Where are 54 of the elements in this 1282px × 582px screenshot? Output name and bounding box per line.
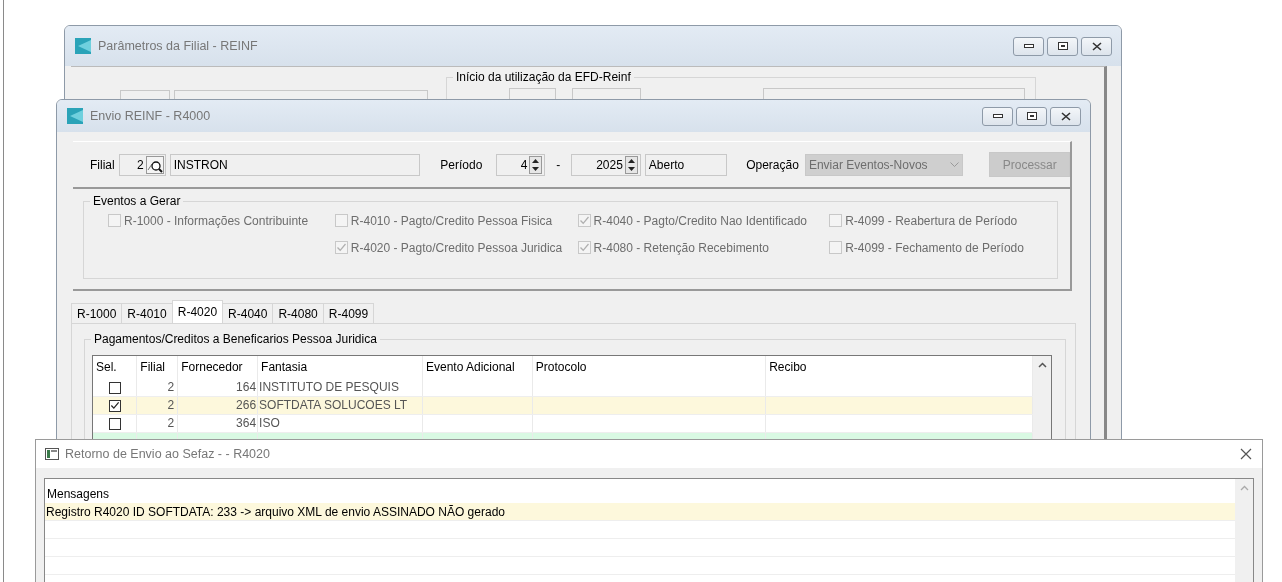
spin-button[interactable] — [624, 155, 638, 174]
message-row[interactable]: Registro R4020 ID SOFTDATA: 233 -> arquivo XML de envio ASSINADO NÃO gerado — [45, 503, 1235, 521]
tab[interactable]: R-4020 — [171, 300, 224, 323]
app-logo-icon — [66, 107, 84, 125]
maximize-button[interactable] — [1047, 36, 1078, 56]
table-row[interactable]: 2 164 INSTITUTO DE PESQUIS — [93, 378, 1033, 396]
field-label: Operação — [746, 156, 799, 174]
table-cell: ISO — [257, 414, 423, 432]
minimize-icon — [992, 114, 1003, 118]
group-label: Eventos a Gerar — [90, 194, 184, 208]
minimize-button[interactable] — [982, 106, 1013, 126]
row-checkbox[interactable] — [108, 417, 121, 430]
field-label: Filial — [90, 156, 115, 174]
group-label: Início da utilização da EFD-Reinf — [453, 70, 634, 84]
maximize-button[interactable] — [1016, 106, 1047, 126]
dropdown-caret-icon — [950, 162, 960, 167]
status-field: Aberto — [644, 153, 728, 176]
app-logo-icon — [74, 37, 92, 55]
close-icon — [1091, 41, 1102, 51]
close-button[interactable] — [1050, 106, 1081, 126]
dialog-icon — [45, 448, 59, 460]
table-cell: 2 — [136, 378, 178, 396]
table-cell: INSTITUTO DE PESQUIS — [257, 378, 423, 396]
table-cell: 2 — [136, 414, 178, 432]
column-header[interactable]: Mensagens — [45, 479, 1235, 503]
tab[interactable]: R-1000 — [71, 303, 123, 323]
table-cell: 2 — [136, 396, 178, 414]
group-label: Pagamentos/Creditos a Beneficarios Pessoa Juridica — [91, 332, 380, 346]
minimize-icon — [1023, 44, 1034, 48]
spin-value[interactable]: 4 — [520, 155, 528, 174]
table-cell: 266 — [177, 396, 258, 414]
table-cell: SOFTDATA SOLUCOES LT — [257, 396, 423, 414]
field-label: Período — [440, 156, 483, 174]
close-icon — [1240, 448, 1252, 460]
window-title: Parâmetros da Filial - REINF — [98, 37, 258, 55]
close-icon — [1060, 111, 1071, 121]
minimize-button[interactable] — [1013, 36, 1044, 56]
spin-button[interactable] — [529, 155, 543, 174]
close-button[interactable] — [1081, 36, 1112, 56]
name-field[interactable]: INSTRON — [169, 153, 421, 176]
row-checkbox[interactable] — [108, 381, 121, 394]
code-field[interactable]: 2 — [118, 153, 166, 176]
row-checkbox[interactable] — [108, 399, 121, 412]
maximize-icon — [1026, 112, 1037, 120]
separator-text: - — [556, 156, 561, 174]
window-title: Envio REINF - R4000 — [90, 107, 211, 125]
scroll-up-icon[interactable] — [1037, 362, 1047, 368]
tab[interactable]: R-4099 — [322, 303, 375, 323]
lookup-icon[interactable] — [145, 155, 164, 174]
table-cell: 164 — [177, 378, 258, 396]
window-title: Retorno de Envio ao Sefaz - - R4020 — [65, 445, 270, 463]
table-cell: 364 — [177, 414, 258, 432]
close-button[interactable] — [1238, 446, 1254, 462]
maximize-icon — [1057, 42, 1068, 50]
